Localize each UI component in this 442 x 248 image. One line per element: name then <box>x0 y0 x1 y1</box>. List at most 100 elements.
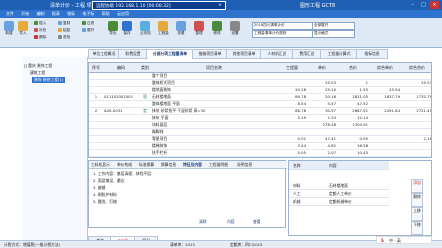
cell-price: 47.41 <box>325 136 336 141</box>
tab-bill-items[interactable]: 分部分项工程量清单 <box>146 49 194 58</box>
cell-uprice: 25.54 <box>389 87 400 92</box>
cell-total: 0.95 <box>359 136 368 141</box>
cell-no <box>90 156 102 157</box>
import-icon <box>18 21 28 31</box>
detail-tab[interactable]: 工程量明细 <box>209 161 228 168</box>
cell-type <box>140 79 150 86</box>
calc-rule-combo[interactable]: 工程量清单计价规则 <box>252 30 313 38</box>
cell-no: 2 <box>94 108 98 113</box>
view-button[interactable]: 查看 <box>176 21 186 36</box>
content-button[interactable]: 内容 <box>227 219 235 225</box>
cell-uprice <box>370 79 400 86</box>
tab-measures[interactable]: 措施项目清单 <box>192 49 228 59</box>
remote-close-icon[interactable]: × <box>218 3 222 8</box>
insert-button[interactable]: 插入 <box>34 21 46 26</box>
arrange-button[interactable]: 整理 <box>194 21 204 36</box>
cell-price: 278.48 <box>322 122 336 127</box>
cloud-save-button[interactable]: 云存档 <box>140 21 151 36</box>
filter-button[interactable]: 过滤 <box>82 21 94 26</box>
cell-type <box>140 135 150 142</box>
paste-button[interactable]: 粘贴 <box>58 28 70 33</box>
cell-code <box>104 114 138 121</box>
menu-item[interactable]: 云应用 <box>117 10 129 18</box>
detail-tab[interactable]: 工料机显示 <box>91 161 110 168</box>
cell-price: 2.34 <box>327 115 336 120</box>
expand-combo[interactable]: 全部展开 <box>312 22 355 30</box>
cell-no <box>90 135 102 142</box>
cell-no <box>90 114 102 121</box>
tab-materials[interactable]: 人材机汇总 <box>260 49 294 59</box>
export-icon <box>108 21 118 31</box>
detail-tab[interactable]: 换算信息 <box>161 161 176 168</box>
remote-assist-bar[interactable]: 远程协助 192.168.1.10 [00:00:32] × <box>92 1 226 10</box>
move-down-button[interactable]: 下移 <box>411 221 423 235</box>
detail-tab[interactable]: 特征及内容 <box>183 161 202 168</box>
close-icon[interactable]: × <box>430 1 439 9</box>
feature-row[interactable]: 机械 定额机械单价 <box>289 197 389 206</box>
main-tabs: 单位工程概况 取费设置 分部分项工程量清单 措施项目清单 其他项目清单 人材机汇… <box>88 49 388 59</box>
add-feature-button[interactable]: 添加 <box>411 179 423 193</box>
tab-fee-settings[interactable]: 取费设置 <box>118 49 148 59</box>
supplement-icon <box>34 28 38 32</box>
settings-button[interactable]: 设置 <box>230 21 240 36</box>
delete-button[interactable]: 删除 <box>34 35 46 40</box>
new-button[interactable]: 新建 <box>4 21 14 36</box>
delete-feature-button[interactable]: 删除 <box>411 193 423 207</box>
cell-utotal <box>402 72 431 79</box>
table-row[interactable]: 台阶装饰5.08 <box>89 156 431 157</box>
modify-button[interactable]: 修改 <box>212 21 222 36</box>
copy-button[interactable]: 复制 <box>58 21 70 26</box>
cell-utotal: 2721.49 <box>416 108 432 113</box>
cell-name: 块料面层 <box>152 122 168 127</box>
cell-uprice <box>370 135 400 142</box>
tab-index-info[interactable]: 指标信息 <box>356 49 388 59</box>
save-button[interactable]: 保存 <box>122 21 132 36</box>
format-combo[interactable]: 显示格式 <box>312 30 355 38</box>
export-button[interactable]: 导出 <box>108 21 118 36</box>
tree-root[interactable]: [] 重庆 装饰工程 <box>24 63 52 69</box>
clear-button[interactable]: 清除 <box>199 219 207 225</box>
cell-utotal <box>402 156 431 157</box>
tab-fee-summary[interactable]: 费用汇总 <box>292 49 322 59</box>
ribbon: 新建 导入 插入 补充 删除 复制 粘贴 查找 过滤 展开 导出 保存 云存档 … <box>0 18 442 48</box>
expand-icon <box>82 28 86 32</box>
tab-other-items[interactable]: 其他项目清单 <box>226 49 262 59</box>
menu-item[interactable]: 电子标 <box>82 10 94 18</box>
menu-item[interactable]: 报表 <box>52 10 60 18</box>
cell-code: 011102001001 <box>104 94 133 99</box>
supplement-button[interactable]: 补充 <box>34 28 46 33</box>
cell-name: 踢脚线 <box>152 129 164 134</box>
maximize-icon[interactable]: □ <box>419 1 428 9</box>
menu-item[interactable]: 帮助 <box>102 10 110 18</box>
view-detail-button[interactable]: 查看 <box>253 219 261 225</box>
menu-item[interactable]: 编制 <box>37 10 45 18</box>
detail-tab[interactable]: 单价构成 <box>117 161 132 168</box>
expand-button[interactable]: 展开 <box>82 28 94 33</box>
menu-item[interactable]: 指标 <box>67 10 75 18</box>
tab-project-overview[interactable]: 单位工程概况 <box>88 49 120 59</box>
detail-tab[interactable]: 说明信息 <box>237 161 252 168</box>
cell-qty: 5.05 <box>297 150 306 155</box>
cell-name: 楼地面装饰 <box>152 87 171 92</box>
tree-child[interactable]: 建筑工程 <box>30 70 45 76</box>
tree-selected-item[interactable]: 装饰 装修工程(1) <box>32 77 66 83</box>
quantity-button[interactable]: 工程量 <box>158 21 169 36</box>
ime-toolbar[interactable]: S 中 · 英 <box>376 236 432 244</box>
cell-uprice <box>370 149 400 156</box>
import-button[interactable]: 导入 <box>18 21 28 36</box>
cell-total: 2687.91 <box>352 108 368 113</box>
rule-combo[interactable]: 2018四川清单计价 <box>252 22 313 30</box>
find-button[interactable]: 查找 <box>58 35 70 40</box>
cell-no <box>90 79 102 86</box>
detail-tab[interactable]: 标准换算 <box>139 161 154 168</box>
menu-item[interactable]: 开始 <box>21 10 29 18</box>
new-icon <box>4 21 14 31</box>
minimize-icon[interactable]: – <box>408 1 417 9</box>
move-up-button[interactable]: 上移 <box>411 207 423 221</box>
cell-name: 抹灰 平面 <box>152 115 169 120</box>
menu-item[interactable]: 文件 <box>6 10 14 18</box>
cell-type <box>140 156 150 157</box>
modify-icon <box>212 21 222 31</box>
tab-quantity-formula[interactable]: 工程量计算式 <box>320 49 358 59</box>
cell-qty: 3.44 <box>297 143 306 148</box>
